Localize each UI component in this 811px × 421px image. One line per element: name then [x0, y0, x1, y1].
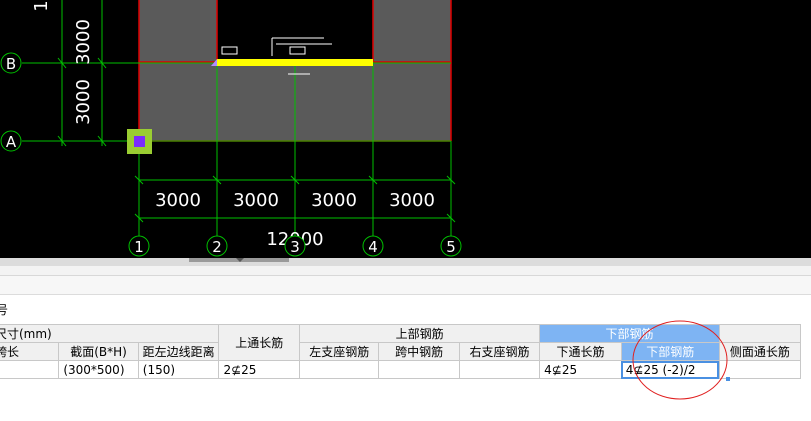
axis-label-b: B	[6, 55, 16, 73]
cell-mid-span[interactable]	[378, 360, 460, 379]
dim-h2: 3000	[233, 190, 279, 211]
cell-left-support[interactable]	[299, 360, 380, 379]
dim-v1: 3000	[73, 19, 94, 65]
dim-h1: 3000	[155, 190, 201, 211]
header-mid-span[interactable]: 跨中钢筋	[378, 342, 460, 361]
cell-side-through[interactable]	[718, 360, 802, 379]
beam-reinforcement-table[interactable]: 尺寸(mm) 上通长筋 上部钢筋 下部钢筋 跨长 截面(B*H) 距左边线距离 …	[0, 324, 802, 379]
header-right-support[interactable]: 右支座钢筋	[458, 342, 541, 361]
cad-drawing-canvas[interactable]: 3000 3000 1 3000 3000 3000 3000 12000 B …	[0, 0, 811, 258]
axis-label-3: 3	[290, 238, 300, 256]
cell-top-through[interactable]: 2⊈25	[218, 360, 301, 379]
selected-beam[interactable]	[217, 59, 373, 66]
cad-drawing: 3000 3000 1 3000 3000 3000 3000 12000 B …	[0, 0, 462, 257]
header-side-through[interactable]: 侧面通长筋	[718, 342, 802, 361]
collapse-arrow-icon[interactable]	[236, 258, 244, 262]
panel-toolbar	[0, 276, 811, 295]
header-top-group: 上部钢筋	[299, 324, 541, 343]
header-size: 尺寸(mm)	[0, 324, 220, 343]
header-offset[interactable]: 距左边线距离	[137, 342, 220, 361]
dim-h4: 3000	[389, 190, 435, 211]
axis-label-2: 2	[212, 238, 222, 256]
header-bottom-through[interactable]: 下通长筋	[539, 342, 622, 361]
cell-right-support[interactable]	[458, 360, 541, 379]
header-bottom-bar[interactable]: 下部钢筋	[620, 342, 720, 361]
axis-label-4: 4	[368, 238, 378, 256]
panel-title-row: 号	[0, 295, 811, 323]
header-top-through[interactable]: 上通长筋	[218, 324, 301, 361]
dim-partial: 1	[31, 0, 52, 11]
panel-title: 号	[0, 303, 9, 317]
table-row[interactable]: (300*500) (150) 2⊈25 4⊈25 4⊈25 (-2)/2	[0, 360, 802, 379]
cell-offset[interactable]: (150)	[137, 360, 220, 379]
dim-h3: 3000	[311, 190, 357, 211]
panel-splitter[interactable]	[0, 258, 811, 266]
panel-header-bar	[0, 266, 811, 276]
axis-label-1: 1	[134, 238, 144, 256]
cell-span-length[interactable]	[0, 360, 60, 379]
header-left-support[interactable]: 左支座钢筋	[299, 342, 380, 361]
cell-fill-handle[interactable]	[726, 377, 730, 381]
axis-label-5: 5	[446, 238, 456, 256]
cell-section[interactable]: (300*500)	[58, 360, 139, 379]
axis-label-a: A	[6, 133, 17, 151]
header-bottom-group: 下部钢筋	[539, 324, 720, 343]
slab-opening	[217, 0, 373, 62]
header-span-length[interactable]: 跨长	[0, 342, 60, 361]
header-section[interactable]: 截面(B*H)	[58, 342, 139, 361]
header-blank	[718, 324, 802, 343]
dim-v2: 3000	[73, 79, 94, 125]
column-a1-core	[134, 136, 145, 147]
cell-bottom-bar[interactable]: 4⊈25 (-2)/2	[620, 360, 720, 379]
cell-bottom-through[interactable]: 4⊈25	[539, 360, 622, 379]
